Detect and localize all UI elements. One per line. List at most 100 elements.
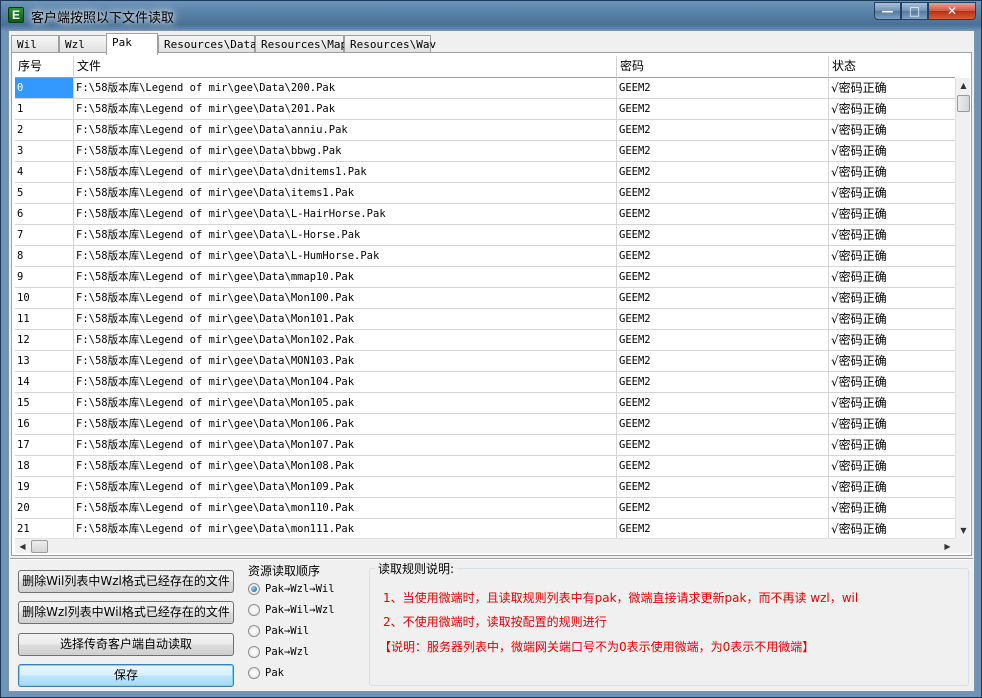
table-row[interactable]: 4 F:\58版本库\Legend of mir\gee\Data\dnitems…: [15, 162, 955, 183]
auto-read-client-button[interactable]: 选择传奇客户端自动读取: [18, 633, 234, 656]
cell-index[interactable]: 8: [15, 246, 74, 267]
cell-password[interactable]: GEEM2: [617, 477, 829, 498]
cell-file[interactable]: F:\58版本库\Legend of mir\gee\Data\anniu.Pa…: [74, 120, 617, 141]
cell-status[interactable]: √密码正确: [829, 246, 955, 267]
cell-password[interactable]: GEEM2: [617, 183, 829, 204]
cell-status[interactable]: √密码正确: [829, 225, 955, 246]
scroll-down-icon[interactable]: ▼: [956, 523, 970, 538]
cell-index[interactable]: 17: [15, 435, 74, 456]
table-row[interactable]: 3 F:\58版本库\Legend of mir\gee\Data\bbwg.Pa…: [15, 141, 955, 162]
minimize-button[interactable]: —: [874, 2, 901, 20]
horizontal-scrollbar[interactable]: ◀ ▶: [15, 538, 955, 553]
table-row[interactable]: 5 F:\58版本库\Legend of mir\gee\Data\items1.…: [15, 183, 955, 204]
cell-index[interactable]: 2: [15, 120, 74, 141]
cell-status[interactable]: √密码正确: [829, 120, 955, 141]
scroll-left-icon[interactable]: ◀: [15, 539, 30, 553]
radio-icon[interactable]: [248, 625, 260, 637]
cell-password[interactable]: GEEM2: [617, 351, 829, 372]
cell-status[interactable]: √密码正确: [829, 288, 955, 309]
cell-index[interactable]: 20: [15, 498, 74, 519]
radio-icon[interactable]: [248, 646, 260, 658]
cell-file[interactable]: F:\58版本库\Legend of mir\gee\Data\L-HumHor…: [74, 246, 617, 267]
table-row[interactable]: 1 F:\58版本库\Legend of mir\gee\Data\201.Pak…: [15, 99, 955, 120]
cell-file[interactable]: F:\58版本库\Legend of mir\gee\Data\items1.P…: [74, 183, 617, 204]
save-button[interactable]: 保存: [18, 664, 234, 687]
cell-status[interactable]: √密码正确: [829, 351, 955, 372]
table-row[interactable]: 11 F:\58版本库\Legend of mir\gee\Data\Mon101…: [15, 309, 955, 330]
cell-index[interactable]: 12: [15, 330, 74, 351]
delete-wzl-duplicates-button[interactable]: 删除Wzl列表中Wil格式已经存在的文件: [18, 601, 234, 624]
cell-index[interactable]: 6: [15, 204, 74, 225]
table-row[interactable]: 10 F:\58版本库\Legend of mir\gee\Data\Mon100…: [15, 288, 955, 309]
cell-file[interactable]: F:\58版本库\Legend of mir\gee\Data\MON103.P…: [74, 351, 617, 372]
cell-file[interactable]: F:\58版本库\Legend of mir\gee\Data\Mon106.P…: [74, 414, 617, 435]
cell-index[interactable]: 9: [15, 267, 74, 288]
table-row[interactable]: 17 F:\58版本库\Legend of mir\gee\Data\Mon107…: [15, 435, 955, 456]
cell-index[interactable]: 1: [15, 99, 74, 120]
close-button[interactable]: ✕: [928, 2, 976, 20]
cell-password[interactable]: GEEM2: [617, 78, 829, 99]
cell-index[interactable]: 18: [15, 456, 74, 477]
cell-status[interactable]: √密码正确: [829, 330, 955, 351]
cell-index[interactable]: 15: [15, 393, 74, 414]
cell-status[interactable]: √密码正确: [829, 519, 955, 538]
table-row[interactable]: 9 F:\58版本库\Legend of mir\gee\Data\mmap10.…: [15, 267, 955, 288]
delete-wil-duplicates-button[interactable]: 删除Wil列表中Wzl格式已经存在的文件: [18, 570, 234, 593]
cell-file[interactable]: F:\58版本库\Legend of mir\gee\Data\Mon108.P…: [74, 456, 617, 477]
column-header-file[interactable]: 文件: [74, 56, 617, 78]
column-header-password[interactable]: 密码: [617, 56, 829, 78]
cell-password[interactable]: GEEM2: [617, 204, 829, 225]
cell-status[interactable]: √密码正确: [829, 78, 955, 99]
cell-status[interactable]: √密码正确: [829, 309, 955, 330]
cell-file[interactable]: F:\58版本库\Legend of mir\gee\Data\mmap10.P…: [74, 267, 617, 288]
scroll-up-icon[interactable]: ▲: [956, 78, 970, 93]
table-row[interactable]: 21 F:\58版本库\Legend of mir\gee\Data\mon111…: [15, 519, 955, 538]
maximize-button[interactable]: □: [901, 2, 928, 20]
cell-file[interactable]: F:\58版本库\Legend of mir\gee\Data\Mon109.P…: [74, 477, 617, 498]
cell-status[interactable]: √密码正确: [829, 414, 955, 435]
cell-password[interactable]: GEEM2: [617, 162, 829, 183]
column-header-index[interactable]: 序号: [15, 56, 74, 78]
cell-status[interactable]: √密码正确: [829, 477, 955, 498]
table-row[interactable]: 7 F:\58版本库\Legend of mir\gee\Data\L-Horse…: [15, 225, 955, 246]
cell-status[interactable]: √密码正确: [829, 183, 955, 204]
radio-icon[interactable]: [248, 604, 260, 616]
table-row[interactable]: 0 F:\58版本库\Legend of mir\gee\Data\200.Pak…: [15, 78, 955, 99]
radio-checked-icon[interactable]: [248, 583, 260, 595]
cell-password[interactable]: GEEM2: [617, 393, 829, 414]
cell-password[interactable]: GEEM2: [617, 519, 829, 538]
cell-file[interactable]: F:\58版本库\Legend of mir\gee\Data\200.Pak: [74, 78, 617, 99]
table-row[interactable]: 12 F:\58版本库\Legend of mir\gee\Data\Mon102…: [15, 330, 955, 351]
cell-status[interactable]: √密码正确: [829, 141, 955, 162]
cell-index[interactable]: 19: [15, 477, 74, 498]
cell-file[interactable]: F:\58版本库\Legend of mir\gee\Data\Mon101.P…: [74, 309, 617, 330]
cell-password[interactable]: GEEM2: [617, 120, 829, 141]
column-header-status[interactable]: 状态: [829, 56, 955, 78]
table-row[interactable]: 13 F:\58版本库\Legend of mir\gee\Data\MON103…: [15, 351, 955, 372]
cell-index[interactable]: 4: [15, 162, 74, 183]
cell-file[interactable]: F:\58版本库\Legend of mir\gee\Data\L-HairHo…: [74, 204, 617, 225]
cell-file[interactable]: F:\58版本库\Legend of mir\gee\Data\Mon102.P…: [74, 330, 617, 351]
cell-password[interactable]: GEEM2: [617, 141, 829, 162]
table-row[interactable]: 14 F:\58版本库\Legend of mir\gee\Data\Mon104…: [15, 372, 955, 393]
cell-password[interactable]: GEEM2: [617, 246, 829, 267]
cell-status[interactable]: √密码正确: [829, 267, 955, 288]
cell-password[interactable]: GEEM2: [617, 372, 829, 393]
table-row[interactable]: 19 F:\58版本库\Legend of mir\gee\Data\Mon109…: [15, 477, 955, 498]
cell-status[interactable]: √密码正确: [829, 372, 955, 393]
cell-password[interactable]: GEEM2: [617, 435, 829, 456]
tab-pak[interactable]: Pak: [106, 33, 158, 55]
cell-file[interactable]: F:\58版本库\Legend of mir\gee\Data\L-Horse.…: [74, 225, 617, 246]
cell-status[interactable]: √密码正确: [829, 204, 955, 225]
cell-file[interactable]: F:\58版本库\Legend of mir\gee\Data\dnitems1…: [74, 162, 617, 183]
table-row[interactable]: 20 F:\58版本库\Legend of mir\gee\Data\mon110…: [15, 498, 955, 519]
cell-status[interactable]: √密码正确: [829, 99, 955, 120]
cell-status[interactable]: √密码正确: [829, 498, 955, 519]
table-row[interactable]: 18 F:\58版本库\Legend of mir\gee\Data\Mon108…: [15, 456, 955, 477]
cell-password[interactable]: GEEM2: [617, 288, 829, 309]
cell-password[interactable]: GEEM2: [617, 225, 829, 246]
cell-status[interactable]: √密码正确: [829, 162, 955, 183]
vertical-scroll-thumb[interactable]: [957, 95, 970, 112]
cell-file[interactable]: F:\58版本库\Legend of mir\gee\Data\201.Pak: [74, 99, 617, 120]
cell-file[interactable]: F:\58版本库\Legend of mir\gee\Data\mon110.P…: [74, 498, 617, 519]
